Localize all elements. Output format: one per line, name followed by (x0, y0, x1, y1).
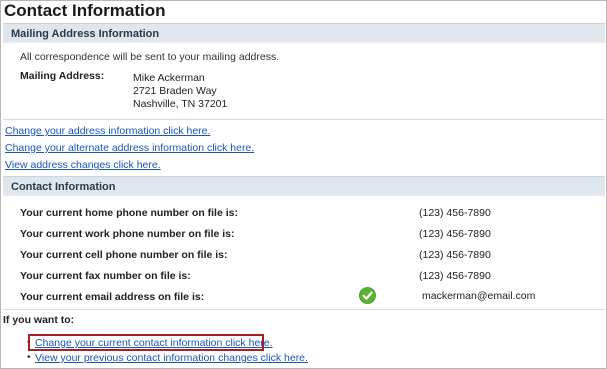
page-title: Contact Information (4, 1, 166, 20)
address-street: 2721 Braden Way (133, 85, 217, 97)
email-address-value: mackerman@email.com (422, 290, 536, 302)
bullet: • (27, 352, 31, 363)
cell-phone-value: (123) 456-7890 (419, 249, 491, 261)
divider (3, 309, 605, 310)
mailing-address-value: Mike Ackerman 2721 Braden Way Nashville,… (133, 72, 227, 111)
home-phone-label: Your current home phone number on file i… (20, 207, 238, 219)
fax-number-value: (123) 456-7890 (419, 270, 491, 282)
correspondence-note: All correspondence will be sent to your … (20, 51, 280, 63)
mailing-address-section-header: Mailing Address Information (3, 23, 605, 43)
divider (3, 119, 605, 120)
work-phone-value: (123) 456-7890 (419, 228, 491, 240)
highlight-box (28, 334, 264, 351)
change-address-link[interactable]: Change your address information click he… (5, 125, 210, 137)
check-circle-icon (359, 287, 376, 304)
email-address-label: Your current email address on file is: (20, 291, 205, 303)
if-you-want-to-heading: If you want to: (3, 314, 75, 326)
work-phone-label: Your current work phone number on file i… (20, 228, 235, 240)
view-contact-changes-link[interactable]: View your previous contact information c… (35, 352, 308, 364)
change-alternate-address-link[interactable]: Change your alternate address informatio… (5, 142, 254, 154)
mailing-address-label: Mailing Address: (20, 70, 105, 82)
view-address-changes-link[interactable]: View address changes click here. (5, 159, 161, 171)
home-phone-value: (123) 456-7890 (419, 207, 491, 219)
contact-information-section-header: Contact Information (3, 176, 605, 196)
address-name: Mike Ackerman (133, 72, 205, 84)
cell-phone-label: Your current cell phone number on file i… (20, 249, 228, 261)
fax-number-label: Your current fax number on file is: (20, 270, 191, 282)
contact-information-panel: Contact Information Mailing Address Info… (0, 0, 607, 369)
address-city-state-zip: Nashville, TN 37201 (133, 98, 228, 110)
